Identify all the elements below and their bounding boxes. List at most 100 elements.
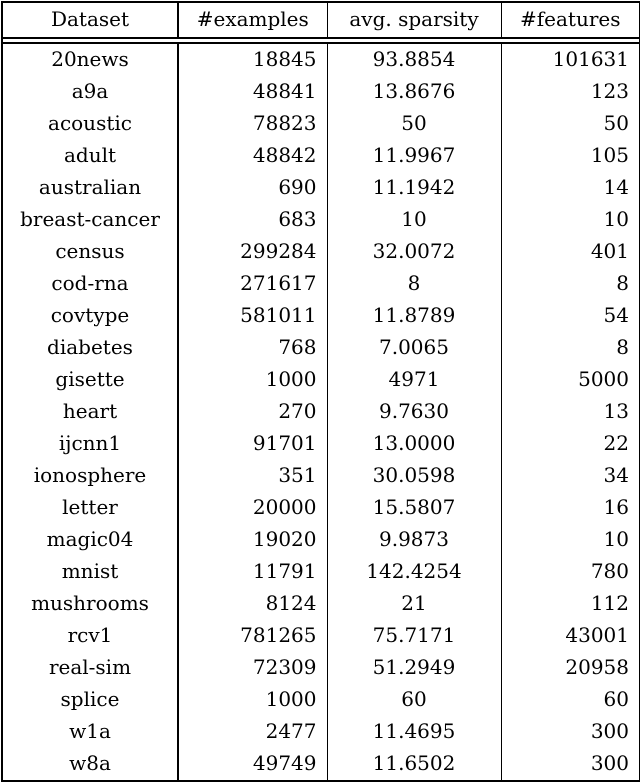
cell-sparsity: 15.5807 xyxy=(327,492,502,524)
cell-features: 16 xyxy=(501,492,640,524)
cell-examples: 72309 xyxy=(177,652,328,684)
cell-features: 5000 xyxy=(501,364,640,396)
cell-sparsity: 93.8854 xyxy=(327,43,502,76)
column-header-examples: #examples xyxy=(177,1,328,39)
cell-sparsity: 8 xyxy=(327,268,502,300)
cell-features: 101631 xyxy=(501,43,640,76)
cell-features: 780 xyxy=(501,556,640,588)
cell-examples: 11791 xyxy=(177,556,328,588)
cell-features: 14 xyxy=(501,172,640,204)
cell-examples: 20000 xyxy=(177,492,328,524)
cell-dataset: census xyxy=(1,236,179,268)
cell-dataset: diabetes xyxy=(1,332,179,364)
cell-features: 22 xyxy=(501,428,640,460)
cell-features: 43001 xyxy=(501,620,640,652)
table-row: mushrooms 8124 21 112 xyxy=(1,588,640,620)
cell-features: 50 xyxy=(501,108,640,140)
cell-sparsity: 11.6502 xyxy=(327,748,502,782)
cell-features: 20958 xyxy=(501,652,640,684)
cell-examples: 1000 xyxy=(177,684,328,716)
column-header-dataset: Dataset xyxy=(1,1,179,39)
table-header-row: Dataset #examples avg. sparsity #feature… xyxy=(1,1,640,39)
table-row: australian 690 11.1942 14 xyxy=(1,172,640,204)
cell-dataset: cod-rna xyxy=(1,268,179,300)
cell-sparsity: 32.0072 xyxy=(327,236,502,268)
cell-features: 8 xyxy=(501,332,640,364)
cell-sparsity: 11.1942 xyxy=(327,172,502,204)
table-row: mnist 11791 142.4254 780 xyxy=(1,556,640,588)
cell-sparsity: 30.0598 xyxy=(327,460,502,492)
table-row: rcv1 781265 75.7171 43001 xyxy=(1,620,640,652)
cell-sparsity: 75.7171 xyxy=(327,620,502,652)
cell-features: 300 xyxy=(501,748,640,782)
cell-dataset: w1a xyxy=(1,716,179,748)
cell-features: 401 xyxy=(501,236,640,268)
cell-dataset: magic04 xyxy=(1,524,179,556)
cell-dataset: mnist xyxy=(1,556,179,588)
cell-dataset: ionosphere xyxy=(1,460,179,492)
table-row: acoustic 78823 50 50 xyxy=(1,108,640,140)
cell-dataset: heart xyxy=(1,396,179,428)
cell-dataset: rcv1 xyxy=(1,620,179,652)
cell-sparsity: 142.4254 xyxy=(327,556,502,588)
cell-examples: 781265 xyxy=(177,620,328,652)
cell-sparsity: 21 xyxy=(327,588,502,620)
cell-dataset: real-sim xyxy=(1,652,179,684)
cell-examples: 270 xyxy=(177,396,328,428)
cell-sparsity: 13.8676 xyxy=(327,76,502,108)
cell-dataset: a9a xyxy=(1,76,179,108)
table-row: census 299284 32.0072 401 xyxy=(1,236,640,268)
table-row: 20news 18845 93.8854 101631 xyxy=(1,43,640,76)
cell-features: 112 xyxy=(501,588,640,620)
cell-features: 10 xyxy=(501,524,640,556)
cell-dataset: mushrooms xyxy=(1,588,179,620)
table-body: 20news 18845 93.8854 101631 a9a 48841 13.8676 1… xyxy=(1,43,640,782)
cell-features: 60 xyxy=(501,684,640,716)
table-row: a9a 48841 13.8676 123 xyxy=(1,76,640,108)
table-row: letter 20000 15.5807 16 xyxy=(1,492,640,524)
table-row: splice 1000 60 60 xyxy=(1,684,640,716)
cell-sparsity: 7.0065 xyxy=(327,332,502,364)
cell-sparsity: 11.8789 xyxy=(327,300,502,332)
cell-features: 123 xyxy=(501,76,640,108)
table-row: magic04 19020 9.9873 10 xyxy=(1,524,640,556)
cell-sparsity: 4971 xyxy=(327,364,502,396)
cell-examples: 8124 xyxy=(177,588,328,620)
table-row: adult 48842 11.9967 105 xyxy=(1,140,640,172)
cell-dataset: w8a xyxy=(1,748,179,782)
cell-examples: 1000 xyxy=(177,364,328,396)
cell-dataset: breast-cancer xyxy=(1,204,179,236)
cell-sparsity: 9.9873 xyxy=(327,524,502,556)
cell-sparsity: 10 xyxy=(327,204,502,236)
cell-examples: 271617 xyxy=(177,268,328,300)
table-row: ijcnn1 91701 13.0000 22 xyxy=(1,428,640,460)
cell-features: 10 xyxy=(501,204,640,236)
dataset-statistics-table: Dataset #examples avg. sparsity #feature… xyxy=(0,1,640,782)
table-row: gisette 1000 4971 5000 xyxy=(1,364,640,396)
cell-examples: 581011 xyxy=(177,300,328,332)
cell-examples: 49749 xyxy=(177,748,328,782)
datatable: Dataset #examples avg. sparsity #feature… xyxy=(1,1,640,782)
cell-examples: 768 xyxy=(177,332,328,364)
cell-dataset: gisette xyxy=(1,364,179,396)
table-row: cod-rna 271617 8 8 xyxy=(1,268,640,300)
cell-dataset: australian xyxy=(1,172,179,204)
table-row: ionosphere 351 30.0598 34 xyxy=(1,460,640,492)
table-header: Dataset #examples avg. sparsity #feature… xyxy=(1,1,640,44)
cell-features: 300 xyxy=(501,716,640,748)
cell-examples: 91701 xyxy=(177,428,328,460)
cell-features: 54 xyxy=(501,300,640,332)
cell-examples: 2477 xyxy=(177,716,328,748)
cell-sparsity: 9.7630 xyxy=(327,396,502,428)
cell-sparsity: 11.9967 xyxy=(327,140,502,172)
cell-dataset: covtype xyxy=(1,300,179,332)
cell-examples: 18845 xyxy=(177,43,328,76)
cell-examples: 78823 xyxy=(177,108,328,140)
cell-examples: 19020 xyxy=(177,524,328,556)
table-row: diabetes 768 7.0065 8 xyxy=(1,332,640,364)
cell-dataset: letter xyxy=(1,492,179,524)
cell-dataset: adult xyxy=(1,140,179,172)
cell-dataset: splice xyxy=(1,684,179,716)
table-row: breast-cancer 683 10 10 xyxy=(1,204,640,236)
cell-sparsity: 13.0000 xyxy=(327,428,502,460)
